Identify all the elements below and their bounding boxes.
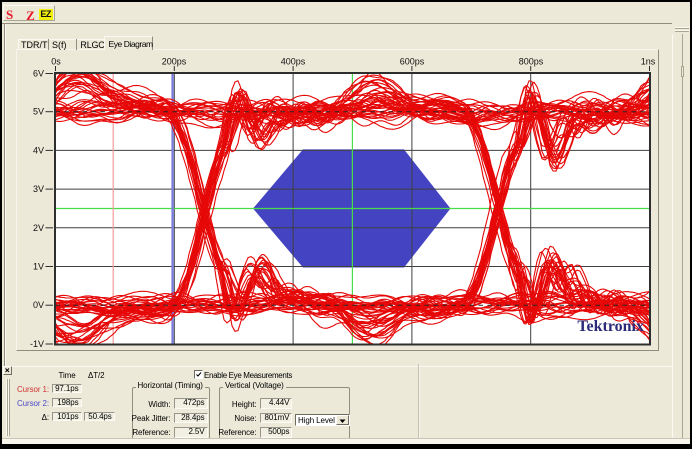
svg-text:Tektronix: Tektronix bbox=[577, 318, 644, 335]
svg-text:400ps: 400ps bbox=[281, 57, 306, 67]
svg-text:0s: 0s bbox=[51, 57, 61, 67]
svg-text:600ps: 600ps bbox=[400, 57, 425, 67]
svg-text:0V: 0V bbox=[33, 300, 44, 310]
svg-text:5V: 5V bbox=[33, 107, 44, 117]
svg-text:6V: 6V bbox=[33, 69, 44, 79]
svg-text:1V: 1V bbox=[33, 262, 44, 272]
svg-text:-1V: -1V bbox=[30, 339, 44, 349]
svg-text:2V: 2V bbox=[33, 223, 44, 233]
svg-text:200ps: 200ps bbox=[162, 57, 187, 67]
svg-text:4V: 4V bbox=[33, 145, 44, 155]
svg-text:1ns: 1ns bbox=[641, 57, 656, 67]
svg-text:3V: 3V bbox=[33, 184, 44, 194]
svg-text:800ps: 800ps bbox=[519, 57, 544, 67]
